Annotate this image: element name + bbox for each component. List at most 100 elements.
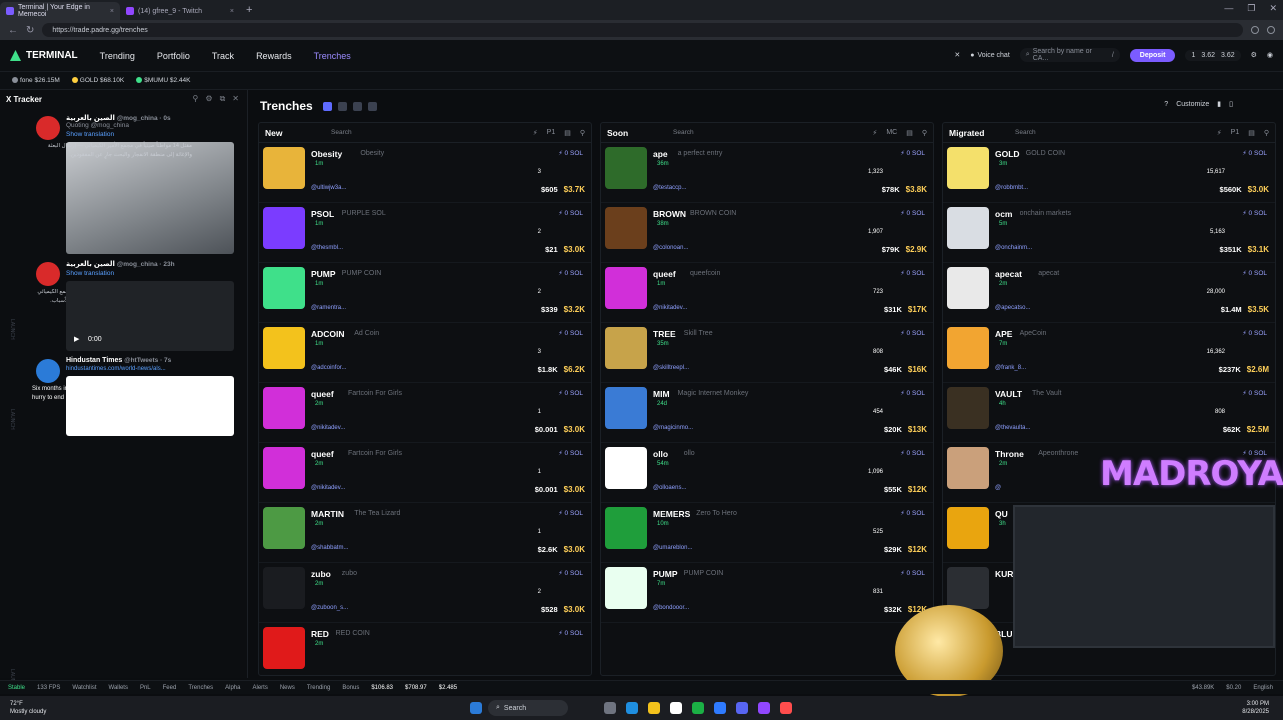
close-tab-icon[interactable]: × bbox=[110, 8, 114, 15]
refresh-icon[interactable]: ↻ bbox=[26, 25, 34, 36]
statusbar-item[interactable]: 133 FPS bbox=[37, 685, 60, 691]
buy-button[interactable]: ⚡ 0 SOL bbox=[1242, 329, 1267, 337]
creator-handle[interactable]: @ramentra... bbox=[311, 305, 346, 311]
creator-handle[interactable]: @magicinmo... bbox=[653, 425, 693, 431]
settings-gear-icon[interactable]: ⚙ bbox=[1251, 51, 1257, 59]
creator-handle[interactable]: @olloaens... bbox=[653, 485, 686, 491]
token-row[interactable]: GOLD GOLD COIN 3m @robbmbt... ⚡ 0 SOL 15… bbox=[943, 143, 1275, 203]
buy-button[interactable]: ⚡ 0 SOL bbox=[558, 569, 583, 577]
buy-button[interactable]: ⚡ 0 SOL bbox=[558, 629, 583, 637]
close-panel-icon[interactable]: ✕ bbox=[232, 94, 239, 104]
token-image[interactable] bbox=[947, 327, 989, 369]
creator-handle[interactable]: @colonoan... bbox=[653, 245, 688, 251]
close-tab-icon[interactable]: × bbox=[230, 8, 234, 15]
voice-chat-button[interactable]: ● Voice chat bbox=[970, 52, 1010, 59]
token-row[interactable]: ape a perfect entry 36m @testaccp... ⚡ 0… bbox=[601, 143, 933, 203]
grid-icon[interactable] bbox=[337, 101, 347, 111]
token-row[interactable]: apecat apecat 2m @apecatso... ⚡ 0 SOL 28… bbox=[943, 263, 1275, 323]
play-icon[interactable]: ▶ bbox=[74, 335, 79, 343]
token-image[interactable] bbox=[263, 447, 305, 489]
token-image[interactable] bbox=[947, 267, 989, 309]
buy-button[interactable]: ⚡ 0 SOL bbox=[1242, 209, 1267, 217]
filter-icon[interactable]: ⚲ bbox=[922, 129, 927, 137]
column-search-input[interactable]: Search bbox=[331, 129, 421, 136]
statusbar-item[interactable]: PnL bbox=[140, 685, 151, 691]
preset-toggle[interactable]: MC bbox=[886, 129, 897, 137]
wallet-selector[interactable]: 1 3.62 3.62 bbox=[1185, 49, 1241, 61]
customize-button[interactable]: Customize bbox=[1176, 101, 1209, 108]
preset-toggle[interactable]: P1 bbox=[1231, 129, 1240, 137]
creator-handle[interactable]: @robbmbt... bbox=[995, 185, 1028, 191]
spotify-icon[interactable] bbox=[692, 702, 704, 714]
extension-icon[interactable] bbox=[1251, 26, 1259, 34]
column-search-input[interactable]: Search bbox=[673, 129, 763, 136]
system-clock[interactable]: 3:00 PM 8/28/2025 bbox=[1242, 700, 1269, 716]
url-field[interactable]: https://trade.padre.gg/trenches bbox=[42, 23, 1243, 37]
explorer-icon[interactable] bbox=[648, 702, 660, 714]
chrome-icon[interactable] bbox=[670, 702, 682, 714]
nav-track[interactable]: Track bbox=[212, 51, 234, 61]
back-icon[interactable]: ← bbox=[8, 25, 18, 36]
token-row[interactable]: PUMP PUMP COIN 7m @bondooor... ⚡ 0 SOL 8… bbox=[601, 563, 933, 623]
buy-button[interactable]: ⚡ 0 SOL bbox=[900, 569, 925, 577]
creator-handle[interactable]: @frank_8... bbox=[995, 365, 1026, 371]
chart-icon[interactable]: ▤ bbox=[1248, 129, 1255, 137]
edit-icon[interactable] bbox=[367, 101, 377, 111]
token-image[interactable] bbox=[605, 567, 647, 609]
token-image[interactable] bbox=[605, 147, 647, 189]
creator-handle[interactable]: @adcoinfor... bbox=[311, 365, 346, 371]
statusbar-item[interactable]: Alerts bbox=[252, 685, 267, 691]
account-icon[interactable]: ◉ bbox=[1267, 51, 1273, 59]
minimize-icon[interactable]: — bbox=[1224, 3, 1233, 14]
browser-tab-terminal[interactable]: Terminal | Your Edge in Memecoi × bbox=[0, 2, 120, 20]
token-row[interactable]: queef queefcoin 1m @nikitadev... ⚡ 0 SOL… bbox=[601, 263, 933, 323]
ticker-item[interactable]: fone $26.15M bbox=[12, 77, 60, 84]
taskbar-search[interactable]: ⌕ Search bbox=[488, 700, 568, 716]
buy-button[interactable]: ⚡ 0 SOL bbox=[1242, 389, 1267, 397]
tweet[interactable]: الصين بالعربية @mog_china · 0s Quoting @… bbox=[32, 114, 242, 254]
show-translation-link[interactable]: Show translation bbox=[66, 270, 242, 277]
token-image[interactable] bbox=[947, 387, 989, 429]
token-image[interactable] bbox=[947, 207, 989, 249]
creator-handle[interactable]: @shabbatm... bbox=[311, 545, 348, 551]
token-image[interactable] bbox=[947, 447, 989, 489]
token-row[interactable]: zubo zubo 2m @zuboon_s... ⚡ 0 SOL 2 $528… bbox=[259, 563, 591, 623]
x-logo-icon[interactable]: ✕ bbox=[954, 51, 960, 59]
statusbar-item[interactable]: Alpha bbox=[225, 685, 240, 691]
creator-handle[interactable]: @testaccp... bbox=[653, 185, 686, 191]
creator-handle[interactable]: @zuboon_s... bbox=[311, 605, 348, 611]
help-icon[interactable]: ? bbox=[1164, 101, 1168, 108]
buy-button[interactable]: ⚡ 0 SOL bbox=[1242, 269, 1267, 277]
start-icon[interactable] bbox=[470, 702, 482, 714]
filter-icon[interactable]: ⚲ bbox=[580, 129, 585, 137]
token-image[interactable] bbox=[263, 387, 305, 429]
filter-icon[interactable]: ⚲ bbox=[1264, 129, 1269, 137]
token-image[interactable] bbox=[605, 207, 647, 249]
token-row[interactable]: BROWN BROWN COIN 38m @colonoan... ⚡ 0 SO… bbox=[601, 203, 933, 263]
buy-button[interactable]: ⚡ 0 SOL bbox=[558, 209, 583, 217]
creator-handle[interactable]: @nikitadev... bbox=[311, 425, 345, 431]
token-image[interactable] bbox=[605, 387, 647, 429]
task-view-icon[interactable] bbox=[604, 702, 616, 714]
statusbar-right-item[interactable]: $0.20 bbox=[1226, 685, 1241, 691]
vscode-icon[interactable] bbox=[714, 702, 726, 714]
buy-button[interactable]: ⚡ 0 SOL bbox=[900, 269, 925, 277]
token-image[interactable] bbox=[605, 447, 647, 489]
token-image[interactable] bbox=[263, 147, 305, 189]
maximize-icon[interactable]: ❐ bbox=[1247, 3, 1255, 14]
popout-icon[interactable]: ⧉ bbox=[220, 94, 226, 104]
creator-handle[interactable]: @onchainm... bbox=[995, 245, 1032, 251]
token-row[interactable]: APE ApeCoin 7m @frank_8... ⚡ 0 SOL 16,36… bbox=[943, 323, 1275, 383]
article-link[interactable]: hindustantimes.com/world-news/als... bbox=[66, 366, 242, 372]
lightning-icon[interactable]: ⚡ bbox=[1217, 129, 1222, 137]
layout-icon[interactable] bbox=[322, 101, 332, 111]
statusbar-item[interactable]: Bonus bbox=[342, 685, 359, 691]
obs-icon[interactable] bbox=[780, 702, 792, 714]
column-search-input[interactable]: Search bbox=[1015, 129, 1105, 136]
token-image[interactable] bbox=[947, 147, 989, 189]
token-row[interactable]: PUMP PUMP COIN 1m @ramentra... ⚡ 0 SOL 2… bbox=[259, 263, 591, 323]
ticker-item[interactable]: GOLD $68.10K bbox=[71, 77, 124, 84]
chart-icon[interactable]: ▤ bbox=[906, 129, 913, 137]
token-row[interactable]: PSOL PURPLE SOL 1m @thesmbl... ⚡ 0 SOL 2… bbox=[259, 203, 591, 263]
lightning-icon[interactable]: ⚡ bbox=[872, 129, 877, 137]
